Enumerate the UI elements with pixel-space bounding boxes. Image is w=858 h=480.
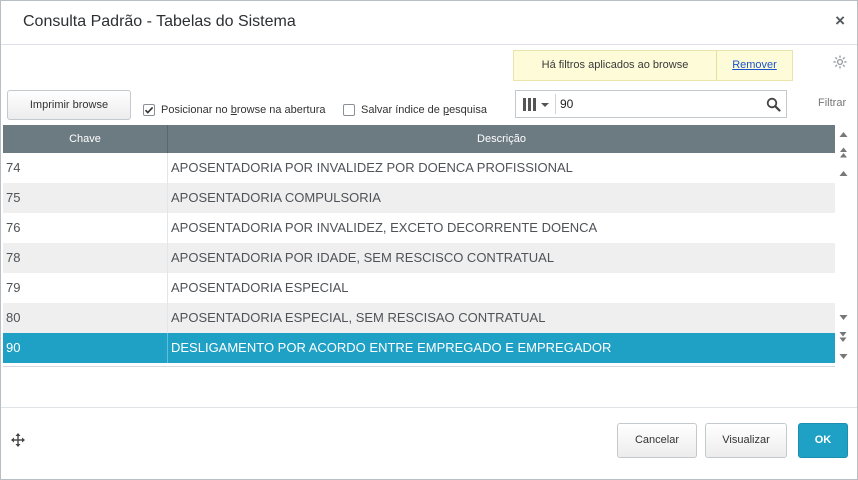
gear-icon[interactable] xyxy=(832,54,848,70)
cell-descricao: APOSENTADORIA POR INVALIDEZ, EXCETO DECO… xyxy=(171,220,598,235)
cell-chave: 80 xyxy=(6,310,21,325)
table-row[interactable]: 78 APOSENTADORIA POR IDADE, SEM RESCISCO… xyxy=(3,243,835,273)
print-browse-button[interactable]: Imprimir browse xyxy=(7,90,131,120)
consulta-padrao-dialog: Consulta Padrão - Tabelas do Sistema × H… xyxy=(0,0,858,480)
cell-descricao: DESLIGAMENTO POR ACORDO ENTRE EMPREGADO … xyxy=(171,340,612,355)
table-row-selected[interactable]: 90 DESLIGAMENTO POR ACORDO ENTRE EMPREGA… xyxy=(3,333,835,363)
columns-selector-icon[interactable] xyxy=(522,96,552,114)
search-box xyxy=(515,90,787,118)
column-divider xyxy=(167,183,168,213)
table-row[interactable]: 76 APOSENTADORIA POR INVALIDEZ, EXCETO D… xyxy=(3,213,835,243)
cell-descricao: APOSENTADORIA POR IDADE, SEM RESCISCO CO… xyxy=(171,250,555,265)
scroll-last-icon[interactable] xyxy=(836,349,851,363)
scroll-page-down-icon[interactable] xyxy=(836,330,851,344)
search-input[interactable] xyxy=(560,95,756,113)
column-divider xyxy=(167,303,168,333)
checkbox-box[interactable] xyxy=(343,104,355,116)
remove-filter-link[interactable]: Remover xyxy=(717,51,792,80)
cell-descricao: APOSENTADORIA ESPECIAL, SEM RESCISAO CON… xyxy=(171,310,546,325)
column-divider xyxy=(167,213,168,243)
scroll-page-up-icon[interactable] xyxy=(836,146,851,160)
save-index-checkbox[interactable]: Salvar índice de pesquisa xyxy=(343,104,487,116)
column-header-descricao[interactable]: Descrição xyxy=(168,125,835,153)
save-index-label: Salvar índice de pesquisa xyxy=(361,104,487,116)
move-icon[interactable] xyxy=(11,433,25,447)
scroll-up-icon[interactable] xyxy=(836,167,851,181)
results-grid: Chave Descrição 74 APOSENTADORIA POR INV… xyxy=(3,125,835,367)
column-divider xyxy=(167,243,168,273)
cell-chave: 78 xyxy=(6,250,21,265)
table-row[interactable]: 74 APOSENTADORIA POR INVALIDEZ POR DOENC… xyxy=(3,153,835,183)
cancel-button[interactable]: Cancelar xyxy=(617,423,697,458)
column-header-chave[interactable]: Chave xyxy=(3,125,168,153)
grid-header: Chave Descrição xyxy=(3,125,835,153)
cell-descricao: APOSENTADORIA COMPULSORIA xyxy=(171,190,381,205)
position-browse-checkbox[interactable]: Posicionar no browse na abertura xyxy=(143,104,326,116)
filter-notice: Há filtros aplicados ao browse Remover xyxy=(513,50,793,81)
cell-descricao: APOSENTADORIA ESPECIAL xyxy=(171,280,349,295)
table-row[interactable]: 75 APOSENTADORIA COMPULSORIA xyxy=(3,183,835,213)
scroll-first-icon[interactable] xyxy=(836,128,851,142)
cell-chave: 75 xyxy=(6,190,21,205)
column-divider xyxy=(167,273,168,303)
cell-chave: 79 xyxy=(6,280,21,295)
close-icon[interactable]: × xyxy=(835,11,845,31)
view-button[interactable]: Visualizar xyxy=(705,423,787,458)
scroll-down-icon[interactable] xyxy=(836,310,851,324)
cell-chave: 90 xyxy=(6,340,21,355)
cell-chave: 74 xyxy=(6,160,21,175)
table-row[interactable]: 80 APOSENTADORIA ESPECIAL, SEM RESCISAO … xyxy=(3,303,835,333)
dialog-titlebar: Consulta Padrão - Tabelas do Sistema × xyxy=(1,1,857,45)
search-separator xyxy=(555,94,556,114)
checkbox-box[interactable] xyxy=(143,104,155,116)
column-divider xyxy=(167,333,168,363)
footer-divider xyxy=(1,407,857,408)
filter-notice-text: Há filtros aplicados ao browse xyxy=(514,51,717,80)
dialog-title: Consulta Padrão - Tabelas do Sistema xyxy=(23,13,296,30)
cell-chave: 76 xyxy=(6,220,21,235)
position-browse-label: Posicionar no browse na abertura xyxy=(161,104,326,116)
ok-button[interactable]: OK xyxy=(798,423,848,458)
table-row[interactable]: 79 APOSENTADORIA ESPECIAL xyxy=(3,273,835,303)
search-icon[interactable] xyxy=(766,97,781,112)
cell-descricao: APOSENTADORIA POR INVALIDEZ POR DOENCA P… xyxy=(171,160,573,175)
column-divider xyxy=(167,153,168,183)
filter-button[interactable]: Filtrar xyxy=(818,97,846,109)
